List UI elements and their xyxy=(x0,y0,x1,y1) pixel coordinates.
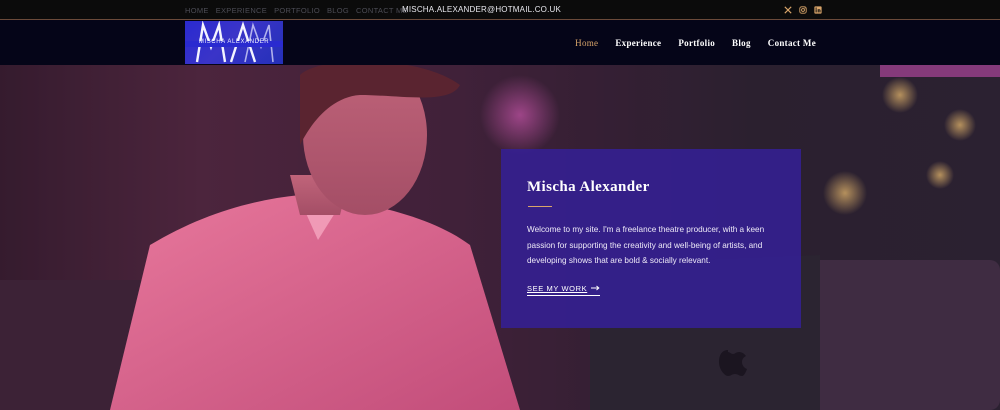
nav-experience[interactable]: Experience xyxy=(615,38,661,48)
main-nav: Home Experience Portfolio Blog Contact M… xyxy=(558,20,816,65)
social-links xyxy=(783,0,822,20)
hero-background-photo xyxy=(0,65,1000,410)
top-nav: HOME EXPERIENCE PORTFOLIO BLOG CONTACT M… xyxy=(185,0,408,20)
intro-card: Mischa Alexander Welcome to my site. I'm… xyxy=(501,149,801,328)
linkedin-icon[interactable] xyxy=(813,6,822,15)
arrow-right-icon xyxy=(591,284,600,293)
cta-label: SEE MY WORK xyxy=(527,284,588,293)
hero-description: Welcome to my site. I'm a freelance thea… xyxy=(527,225,765,265)
top-nav-experience[interactable]: EXPERIENCE xyxy=(216,6,267,15)
top-nav-home[interactable]: HOME xyxy=(185,6,209,15)
instagram-icon[interactable] xyxy=(798,6,807,15)
logo-text: MISCHA ALEXANDER xyxy=(198,39,270,45)
nav-home[interactable]: Home xyxy=(575,38,598,48)
hero-title: Mischa Alexander xyxy=(527,179,650,195)
top-bar: HOME EXPERIENCE PORTFOLIO BLOG CONTACT M… xyxy=(0,0,1000,20)
x-icon[interactable] xyxy=(783,6,792,15)
hero-section: Mischa Alexander Welcome to my site. I'm… xyxy=(0,65,1000,410)
nav-contact[interactable]: Contact Me xyxy=(768,38,816,48)
site-logo[interactable]: MISCHA ALEXANDER xyxy=(185,21,283,64)
top-nav-portfolio[interactable]: PORTFOLIO xyxy=(274,6,320,15)
top-nav-contact[interactable]: CONTACT ME xyxy=(356,6,408,15)
site-header: MISCHA ALEXANDER xyxy=(0,20,1000,65)
nav-portfolio[interactable]: Portfolio xyxy=(678,38,715,48)
title-divider xyxy=(528,206,552,207)
top-nav-blog[interactable]: BLOG xyxy=(327,6,349,15)
nav-blog[interactable]: Blog xyxy=(732,38,751,48)
email-link[interactable]: MISCHA.ALEXANDER@HOTMAIL.CO.UK xyxy=(402,0,561,20)
see-my-work-button[interactable]: SEE MY WORK xyxy=(527,284,601,296)
